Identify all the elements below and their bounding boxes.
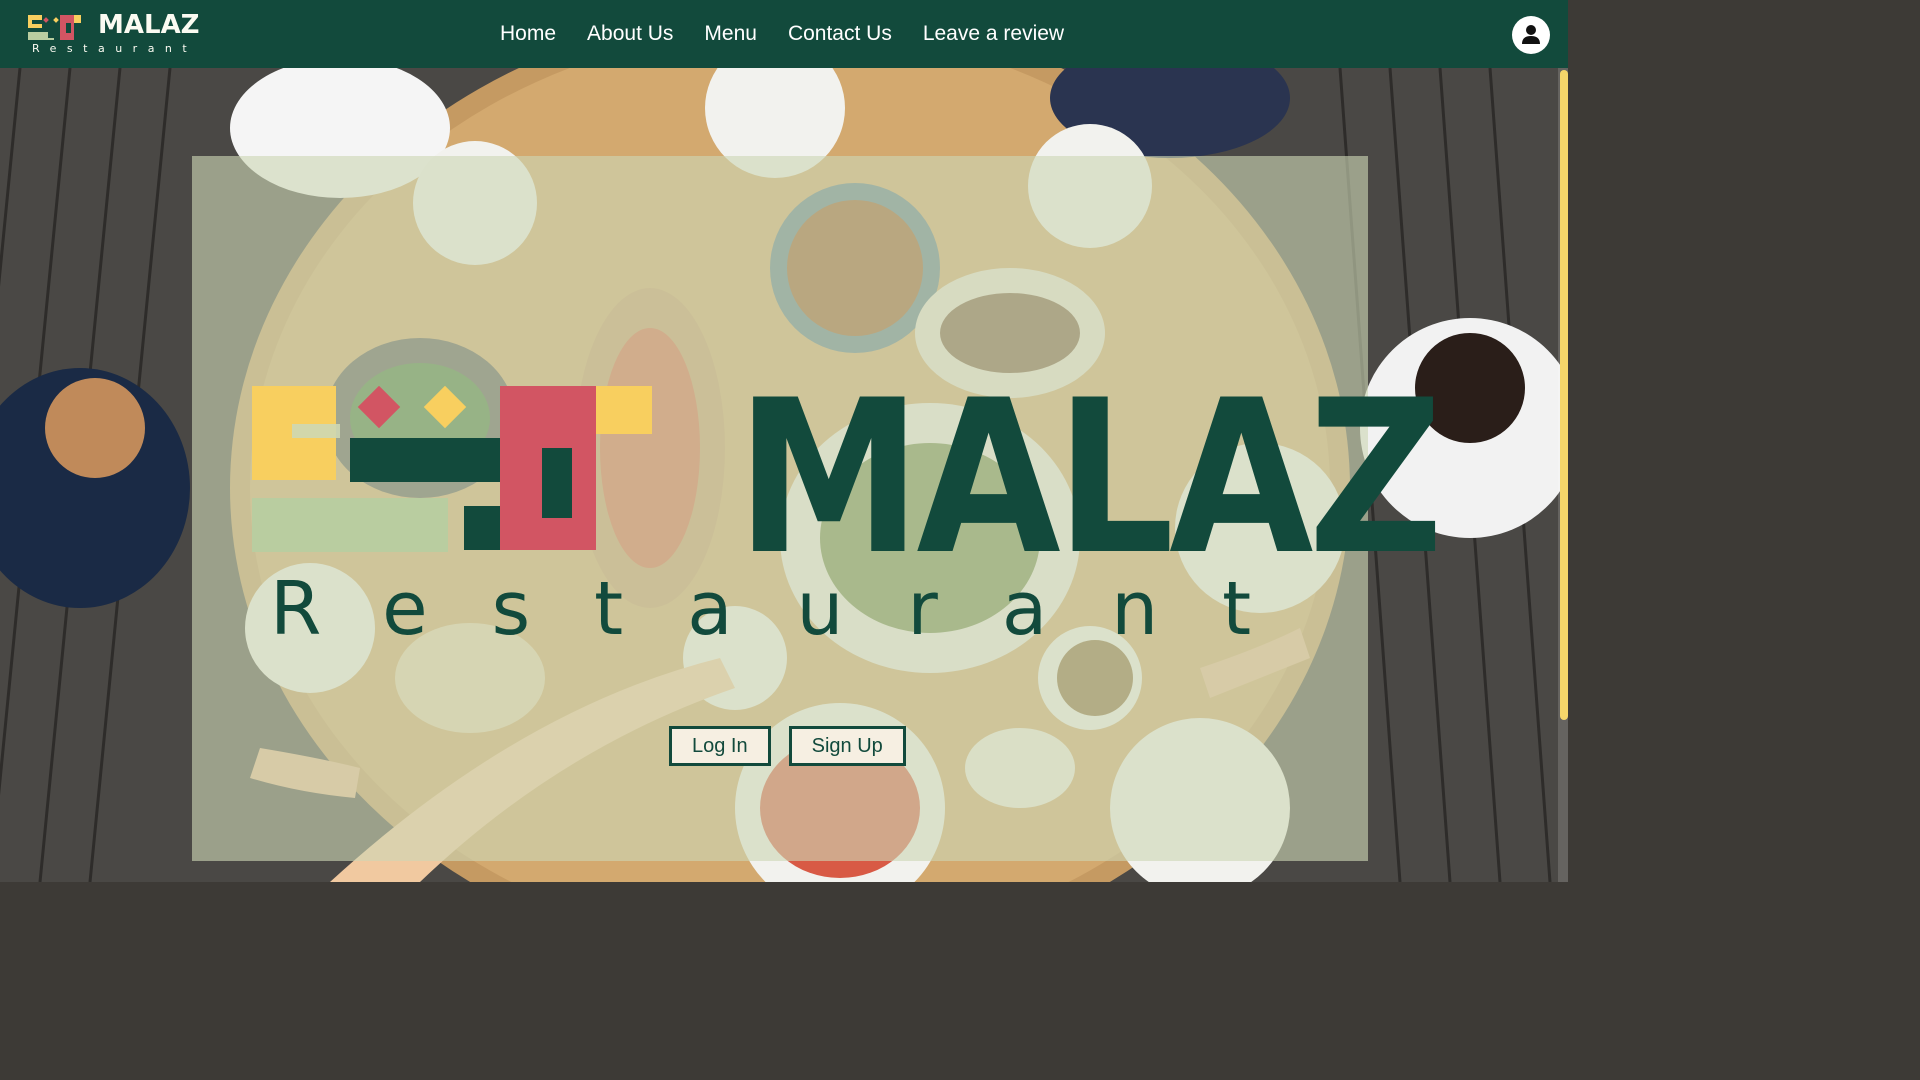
nav-leave-review[interactable]: Leave a review xyxy=(923,0,1064,68)
hero-logo-mark-icon xyxy=(252,386,652,552)
login-button[interactable]: Log In xyxy=(669,726,771,766)
hero-logo-word: MALAZ xyxy=(736,354,1443,601)
header-logo-subtitle: Restaurant xyxy=(32,42,198,55)
scrollbar-thumb[interactable] xyxy=(1560,70,1568,720)
hero-panel: MALAZ Restaurant Log In Sign Up xyxy=(192,156,1443,861)
header-logo-word: MALAZ xyxy=(98,10,200,40)
hero-logo: MALAZ Restaurant xyxy=(252,372,1443,652)
hero-logo-subtitle: Restaurant xyxy=(270,566,1316,652)
account-button[interactable] xyxy=(1512,16,1550,54)
logo-mark-icon xyxy=(28,15,81,40)
nav-contact-us[interactable]: Contact Us xyxy=(788,0,892,68)
auth-buttons: Log In Sign Up xyxy=(669,726,924,766)
main-nav: Home About Us Menu Contact Us Leave a re… xyxy=(500,0,1095,68)
user-icon xyxy=(1514,18,1548,52)
nav-menu[interactable]: Menu xyxy=(704,0,757,68)
top-navbar: MALAZ Restaurant Home About Us Menu Cont… xyxy=(0,0,1568,68)
signup-button[interactable]: Sign Up xyxy=(788,726,906,766)
nav-about-us[interactable]: About Us xyxy=(587,0,673,68)
header-logo[interactable]: MALAZ Restaurant xyxy=(28,10,200,56)
nav-home[interactable]: Home xyxy=(500,0,556,68)
